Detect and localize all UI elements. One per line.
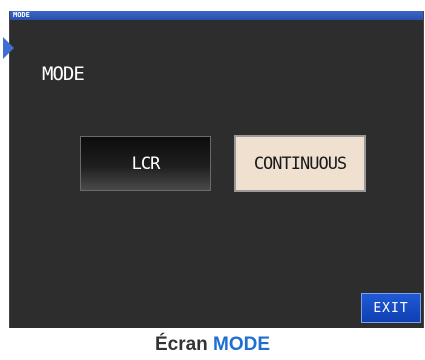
exit-button[interactable]: EXIT: [361, 293, 421, 323]
continuous-mode-label: CONTINUOUS: [253, 153, 347, 174]
device-screen: MODE MODE LCR CONTINUOUS EXIT: [9, 11, 424, 328]
lcr-mode-label: LCR: [131, 153, 161, 174]
screen-heading: MODE: [42, 63, 85, 85]
continuous-mode-button[interactable]: CONTINUOUS: [234, 135, 366, 192]
caption-highlight: MODE: [213, 334, 271, 355]
exit-label: EXIT: [373, 300, 409, 316]
lcr-mode-button[interactable]: LCR: [80, 136, 211, 191]
figure-caption: Écran MODE: [0, 334, 425, 356]
title-bar-text: MODE: [13, 11, 30, 19]
caption-prefix: Écran: [154, 334, 214, 355]
pointer-arrow-icon: [3, 37, 14, 59]
title-bar: MODE: [10, 11, 423, 20]
